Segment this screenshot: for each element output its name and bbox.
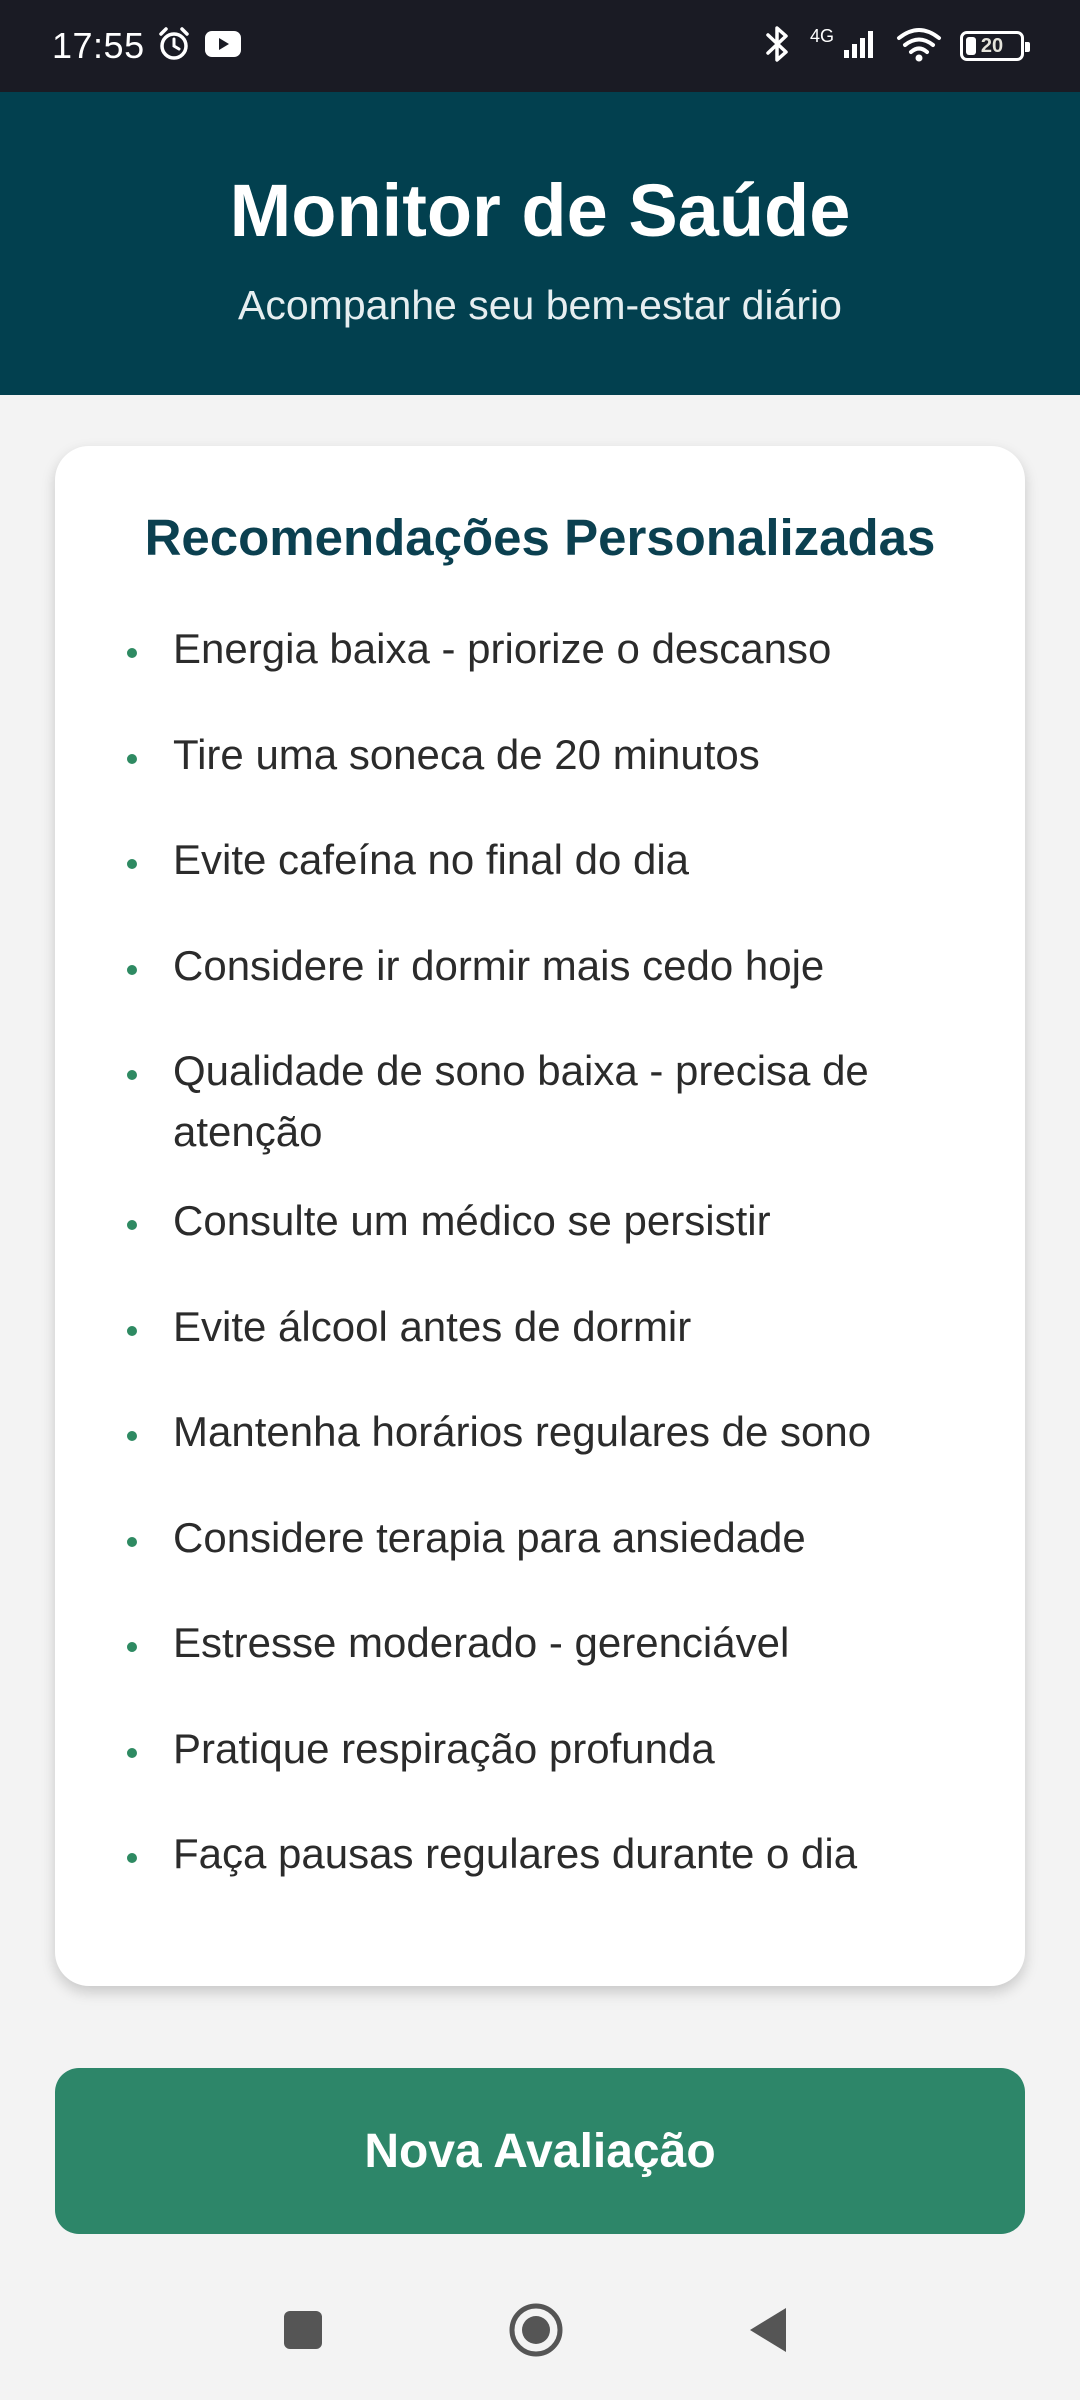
recommendations-card: Recomendações Personalizadas Energia bai… [55, 446, 1025, 1986]
bullet-icon [127, 754, 137, 764]
signal-icon [842, 28, 878, 65]
bullet-icon [127, 1642, 137, 1652]
list-item-text: Evite álcool antes de dormir [173, 1303, 692, 1350]
bluetooth-icon [762, 24, 792, 69]
system-nav-bar [0, 2250, 1080, 2400]
bullet-icon [127, 648, 137, 658]
list-item: Tire uma soneca de 20 minutos [55, 724, 1025, 785]
bullet-icon [127, 1326, 137, 1336]
network-type: 4G [809, 25, 834, 46]
bullet-icon [127, 1070, 137, 1080]
status-bar: 17:55 4G 20 [0, 0, 1080, 92]
bullet-icon [127, 1537, 137, 1547]
list-item: Pratique respiração profunda [55, 1718, 1025, 1779]
wifi-icon [896, 26, 942, 67]
youtube-icon [203, 28, 243, 65]
battery-level-text: 20 [980, 34, 1004, 57]
bullet-icon [127, 1431, 137, 1441]
list-item-text: Considere terapia para ansiedade [173, 1514, 806, 1561]
list-item-text: Estresse moderado - gerenciável [173, 1619, 790, 1666]
list-item: Evite álcool antes de dormir [55, 1296, 1025, 1357]
recents-square-icon[interactable] [273, 2300, 333, 2360]
list-item-text: Mantenha horários regulares de sono [173, 1408, 872, 1455]
page-title: Monitor de Saúde [229, 169, 851, 252]
battery-icon: 20 [960, 31, 1030, 61]
list-item: Estresse moderado - gerenciável [55, 1612, 1025, 1673]
new-evaluation-button[interactable]: Nova Avaliação [55, 2068, 1025, 2234]
alarm-icon [155, 25, 193, 68]
list-item: Faça pausas regulares durante o dia [55, 1823, 1025, 1884]
back-triangle-icon[interactable] [738, 2300, 798, 2360]
status-left-group: 17:55 [52, 25, 243, 68]
list-item-text: Energia baixa - priorize o descanso [173, 625, 832, 672]
bullet-icon [127, 965, 137, 975]
list-item: Evite cafeína no final do dia [55, 829, 1025, 890]
page-subtitle: Acompanhe seu bem-estar diário [238, 282, 842, 328]
status-time: 17:55 [52, 25, 145, 66]
battery-fill [966, 37, 976, 55]
recommendations-title: Recomendações Personalizadas [144, 509, 936, 566]
list-item-text: Consulte um médico se persistir [173, 1197, 771, 1244]
bullet-icon [127, 1748, 137, 1758]
list-item-text: Tire uma soneca de 20 minutos [173, 731, 760, 778]
home-circle-icon[interactable] [506, 2300, 566, 2360]
list-item-text: Evite cafeína no final do dia [173, 836, 690, 883]
list-item: Considere ir dormir mais cedo hoje [55, 935, 1025, 996]
bullet-icon [127, 859, 137, 869]
list-item: Consulte um médico se persistir [55, 1190, 1025, 1251]
list-item-text: Considere ir dormir mais cedo hoje [173, 942, 825, 989]
list-item: Considere terapia para ansiedade [55, 1507, 1025, 1568]
app-header: Monitor de Saúde Acompanhe seu bem-estar… [0, 92, 1080, 395]
list-item-text: Pratique respiração profunda [173, 1725, 715, 1772]
list-item-text: Faça pausas regulares durante o dia [173, 1830, 858, 1877]
bullet-icon [127, 1220, 137, 1230]
list-item: Qualidade de sono baixa - precisa de ate… [55, 1040, 1025, 1162]
list-item: Energia baixa - priorize o descanso [55, 618, 1025, 679]
status-right-group: 4G 20 [762, 24, 1030, 69]
list-item: Mantenha horários regulares de sono [55, 1401, 1025, 1462]
list-item-text: Qualidade de sono baixa - precisa de ate… [173, 1047, 869, 1155]
bullet-icon [127, 1853, 137, 1863]
